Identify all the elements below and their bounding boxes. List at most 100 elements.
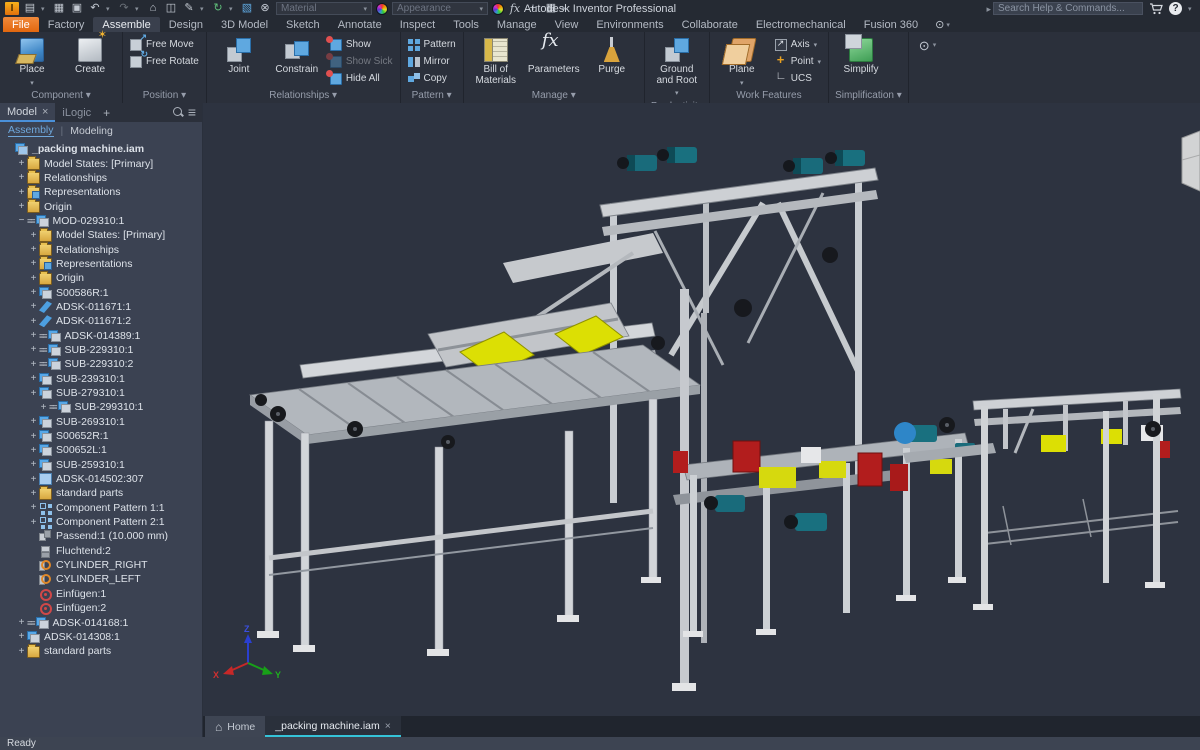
browser-tab-model[interactable]: Model — [0, 103, 55, 122]
home-view-icon[interactable] — [146, 2, 160, 15]
look-at-icon[interactable] — [164, 2, 178, 15]
tree-item-adsk-014308-1[interactable]: ADSK-014308:1 — [0, 630, 202, 644]
tree-item-representations[interactable]: Representations — [0, 185, 202, 199]
purge-button[interactable]: Purge — [587, 35, 637, 89]
view-cube[interactable] — [1182, 131, 1200, 191]
expand-icon[interactable] — [16, 646, 27, 657]
ribbon-tab-factory[interactable]: Factory — [39, 17, 94, 32]
sketch-dropdown-icon[interactable] — [200, 5, 207, 13]
expand-icon[interactable] — [28, 330, 39, 341]
expand-icon[interactable] — [28, 287, 39, 298]
expand-icon[interactable] — [28, 416, 39, 427]
plane-button[interactable]: Plane — [717, 35, 767, 89]
ribbon-tab-fusion-360[interactable]: Fusion 360 — [855, 17, 927, 32]
close-document-icon[interactable] — [385, 720, 391, 732]
simplify-button[interactable]: Simplify — [836, 35, 886, 89]
ribbon-tab-collaborate[interactable]: Collaborate — [673, 17, 747, 32]
help-search-input[interactable] — [993, 2, 1143, 15]
expand-icon[interactable] — [16, 158, 27, 169]
tree-item-s00652l-1[interactable]: S00652L:1 — [0, 443, 202, 457]
expand-icon[interactable] — [28, 459, 39, 470]
tree-item-mod-029310-1[interactable]: MOD-029310:1 — [0, 214, 202, 228]
expand-icon[interactable] — [16, 172, 27, 183]
ribbon-tab-manage[interactable]: Manage — [488, 17, 546, 32]
ribbon-group-label-component[interactable]: Component ▾ — [0, 89, 122, 103]
hide-all-button[interactable]: Hide All — [330, 71, 393, 86]
tree-item-relationships[interactable]: Relationships — [0, 171, 202, 185]
mode-tab-modeling[interactable]: Modeling — [70, 125, 113, 137]
tree-item-component-pattern-2-1[interactable]: Component Pattern 2:1 — [0, 515, 202, 529]
expand-icon[interactable] — [28, 258, 39, 269]
collapse-icon[interactable] — [16, 215, 27, 226]
constrain-button[interactable]: Constrain — [272, 35, 322, 89]
close-browser-tab-icon[interactable] — [42, 106, 48, 118]
place-button[interactable]: Place — [7, 35, 57, 89]
free-rotate-button[interactable]: Free Rotate — [130, 54, 199, 69]
tree-item-model-states-primary[interactable]: Model States: [Primary] — [0, 228, 202, 242]
tree-item-sub-229310-1[interactable]: SUB-229310:1 — [0, 343, 202, 357]
expand-icon[interactable] — [28, 445, 39, 456]
tree-item-cylinder-right[interactable]: CYLINDER_RIGHT — [0, 558, 202, 572]
tree-item-sub-279310-1[interactable]: SUB-279310:1 — [0, 386, 202, 400]
inventor-logo-icon[interactable]: I — [5, 2, 19, 15]
ribbon-group-label-manage[interactable]: Manage ▾ — [464, 89, 644, 103]
tree-item-adsk-014389-1[interactable]: ADSK-014389:1 — [0, 328, 202, 342]
undo-dropdown-icon[interactable] — [106, 5, 113, 13]
copy-button[interactable]: Copy — [408, 71, 456, 86]
ucs-button[interactable]: UCS — [775, 71, 821, 86]
expand-icon[interactable] — [28, 388, 39, 399]
create-button[interactable]: Create — [65, 35, 115, 89]
bill-of-materials-button[interactable]: Bill of Materials — [471, 35, 521, 89]
tree-item-representations[interactable]: Representations — [0, 257, 202, 271]
active-document-tab[interactable]: _packing machine.iam — [265, 716, 401, 737]
redo-icon[interactable] — [117, 2, 131, 15]
ribbon-tab-tools[interactable]: Tools — [444, 17, 488, 32]
expand-icon[interactable] — [28, 244, 39, 255]
tree-item-sub-299310-1[interactable]: SUB-299310:1 — [0, 400, 202, 414]
tree-item-relationships[interactable]: Relationships — [0, 242, 202, 256]
display-options-button[interactable] — [935, 17, 950, 32]
search-expand-icon[interactable] — [986, 3, 991, 15]
expand-icon[interactable] — [28, 502, 39, 513]
browser-search-icon[interactable] — [172, 106, 184, 118]
ribbon-tab-design[interactable]: Design — [160, 17, 212, 32]
expand-icon[interactable] — [28, 344, 39, 355]
tree-item-adsk-014502-307[interactable]: ADSK-014502:307 — [0, 472, 202, 486]
ribbon-tab-annotate[interactable]: Annotate — [329, 17, 391, 32]
tree-item-standard-parts[interactable]: standard parts — [0, 486, 202, 500]
home-tab[interactable]: Home — [205, 716, 265, 737]
new-file-dropdown-icon[interactable] — [41, 5, 48, 13]
tree-item-sub-269310-1[interactable]: SUB-269310:1 — [0, 415, 202, 429]
expand-icon[interactable] — [28, 431, 39, 442]
redo-dropdown-icon[interactable] — [135, 5, 142, 13]
joint-button[interactable]: Joint — [214, 35, 264, 89]
tree-item-cylinder-left[interactable]: CYLINDER_LEFT — [0, 572, 202, 586]
appearance-dropdown[interactable]: Appearance — [392, 2, 488, 15]
tree-item-standard-parts[interactable]: standard parts — [0, 644, 202, 658]
point-button[interactable]: Point — [775, 54, 821, 69]
expand-icon[interactable] — [16, 631, 27, 642]
expand-icon[interactable] — [38, 402, 49, 413]
tree-item-packing-machine-iam[interactable]: _packing machine.iam — [0, 142, 202, 156]
browser-tab-ilogic[interactable]: iLogic — [55, 103, 98, 122]
tree-item-sub-239310-1[interactable]: SUB-239310:1 — [0, 372, 202, 386]
screens-dropdown-icon[interactable] — [562, 5, 569, 13]
ribbon-tab-file[interactable]: File — [3, 17, 39, 32]
screens-icon[interactable] — [544, 2, 558, 15]
expand-icon[interactable] — [28, 273, 39, 284]
tree-item-s00652r-1[interactable]: S00652R:1 — [0, 429, 202, 443]
viewport-3d[interactable]: Z X Y — [203, 103, 1200, 716]
ribbon-options-button[interactable] — [919, 38, 936, 54]
tree-item-adsk-011671-2[interactable]: ADSK-011671:2 — [0, 314, 202, 328]
tree-item-sub-259310-1[interactable]: SUB-259310:1 — [0, 458, 202, 472]
help-icon[interactable] — [1169, 2, 1182, 15]
show-button[interactable]: Show — [330, 37, 393, 52]
navigation-wheel-icon[interactable] — [258, 2, 272, 15]
tree-item-fluchtend-2[interactable]: Fluchtend:2 — [0, 544, 202, 558]
new-file-icon[interactable] — [23, 2, 37, 15]
tree-item-origin[interactable]: Origin — [0, 271, 202, 285]
expand-icon[interactable] — [28, 316, 39, 327]
pattern-button[interactable]: Pattern — [408, 37, 456, 52]
update-icon[interactable] — [211, 2, 225, 15]
mirror-button[interactable]: Mirror — [408, 54, 456, 69]
